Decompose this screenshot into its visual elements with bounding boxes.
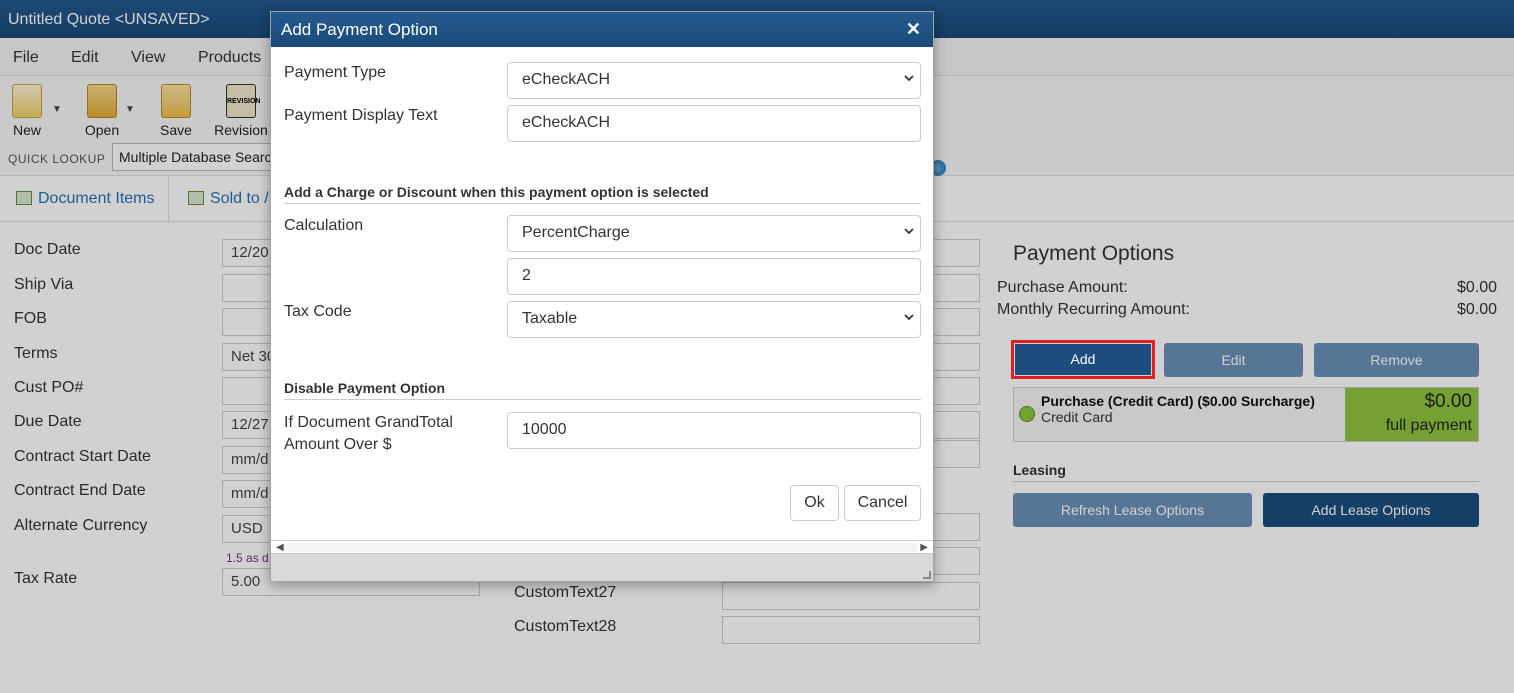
- horizontal-scrollbar[interactable]: ◀ ▶: [271, 540, 933, 554]
- disable-section-divider: [284, 399, 921, 400]
- cancel-button[interactable]: Cancel: [844, 485, 921, 521]
- display-text-label: Payment Display Text: [284, 107, 438, 124]
- grandtotal-label-line2: Amount Over $: [284, 436, 392, 453]
- dialog-title: Add Payment Option: [281, 20, 438, 39]
- resize-grip-icon[interactable]: [923, 571, 931, 579]
- calculation-value: PercentCharge: [522, 224, 630, 241]
- scrollbar-thumb[interactable]: [287, 543, 917, 552]
- calculation-amount-input[interactable]: 2: [507, 258, 921, 295]
- charge-section-title: Add a Charge or Discount when this payme…: [284, 184, 709, 200]
- calculation-label: Calculation: [284, 217, 364, 234]
- payment-type-value: eCheckACH: [522, 71, 611, 88]
- calculation-select[interactable]: PercentCharge: [507, 215, 921, 252]
- add-payment-button[interactable]: Add: [1015, 344, 1151, 375]
- chevron-down-icon: [904, 75, 914, 82]
- tax-code-select[interactable]: Taxable: [507, 301, 921, 338]
- dialog-header: Add Payment Option ✕: [271, 12, 933, 47]
- charge-section-divider: [284, 203, 921, 204]
- payment-type-label: Payment Type: [284, 64, 386, 81]
- chevron-down-icon: [904, 228, 914, 235]
- payment-type-select[interactable]: eCheckACH: [507, 62, 921, 99]
- scroll-left-icon[interactable]: ◀: [276, 542, 284, 553]
- scroll-right-icon[interactable]: ▶: [920, 542, 928, 553]
- tax-code-label: Tax Code: [284, 303, 352, 320]
- tax-code-value: Taxable: [522, 310, 578, 327]
- add-payment-option-dialog: Add Payment Option ✕ Payment Type eCheck…: [270, 11, 934, 582]
- display-text-input[interactable]: eCheckACH: [507, 105, 921, 142]
- disable-section-title: Disable Payment Option: [284, 380, 446, 396]
- ok-button[interactable]: Ok: [790, 485, 839, 521]
- dialog-footer: [271, 554, 933, 581]
- close-icon[interactable]: ✕: [906, 19, 921, 40]
- chevron-down-icon: [904, 314, 914, 321]
- grandtotal-input[interactable]: 10000: [507, 412, 921, 449]
- grandtotal-label-line1: If Document GrandTotal: [284, 414, 453, 431]
